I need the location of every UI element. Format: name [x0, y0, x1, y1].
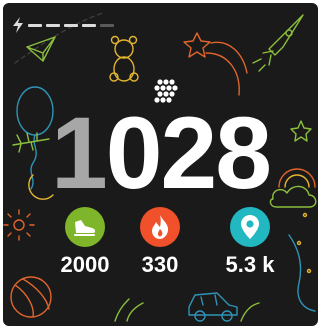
shooting-star-icon [183, 32, 248, 96]
dots-icon [296, 212, 312, 274]
battery-segment [28, 24, 42, 27]
flame-icon [140, 207, 180, 247]
stat-value: 330 [141, 252, 179, 277]
battery-segment [64, 24, 78, 27]
battery-indicator [12, 17, 122, 33]
step-count: 1028 [3, 102, 318, 204]
rocket-icon [252, 14, 304, 72]
battery-segment [46, 24, 60, 27]
beach-ball-icon [10, 276, 52, 318]
battery-segment [100, 24, 114, 27]
step-count-trailing-digits: 028 [105, 96, 272, 210]
watch-face: 1028 2000 330 5.3 k [3, 3, 318, 326]
battery-segment [82, 24, 96, 27]
lightning-bolt-icon [13, 17, 23, 33]
step-count-leading-digit: 1 [51, 96, 108, 210]
stat-value: 5.3 k [225, 252, 275, 277]
stat-flame[interactable]: 330 [115, 207, 205, 277]
location-pin-icon [230, 207, 270, 247]
sun-icon [3, 209, 35, 241]
paper-plane-icon [26, 36, 56, 62]
teddy-bear-icon [109, 35, 139, 82]
stat-location[interactable]: 5.3 k [205, 207, 295, 277]
sneaker-icon [65, 207, 105, 247]
car-icon [188, 292, 238, 322]
